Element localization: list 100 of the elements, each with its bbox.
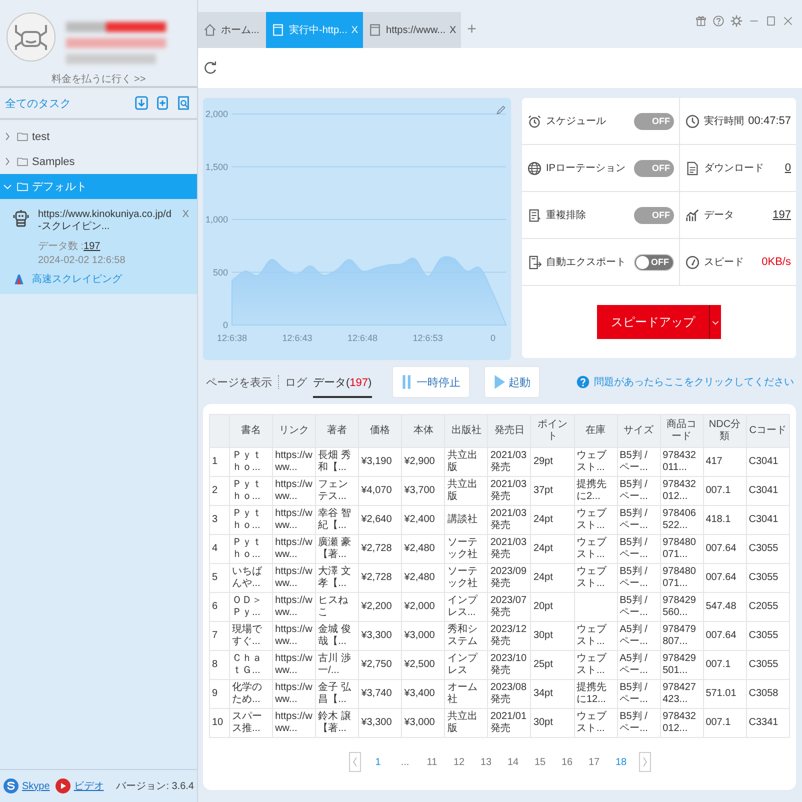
play-icon — [492, 374, 505, 390]
table-cell: ¥2,500 — [402, 650, 445, 680]
table-cell: ヒスねこ — [316, 592, 359, 622]
close-icon[interactable] — [782, 14, 794, 28]
chat-icon[interactable] — [3, 778, 19, 794]
tree-item[interactable]: Samples — [0, 149, 197, 174]
view-tab[interactable]: ページを表示 — [206, 366, 272, 398]
search-icon[interactable] — [176, 95, 191, 111]
tree-item[interactable]: デフォルト — [0, 174, 197, 199]
table-cell: ＯＤ＞Ｐｙ... — [230, 592, 273, 622]
table-cell: 978429501... — [660, 650, 704, 680]
new-tab-button[interactable]: + — [461, 21, 483, 39]
toggle-switch[interactable]: OFF — [634, 254, 674, 270]
folder-icon — [16, 180, 29, 193]
speed-mode-icon — [12, 272, 26, 286]
table-cell: 2021/03発売 — [488, 476, 531, 506]
footer-link[interactable]: ビデオ — [74, 779, 104, 793]
page-button[interactable]: 13 — [472, 756, 500, 768]
table-cell: ¥2,640 — [358, 506, 402, 534]
page-button[interactable]: 14 — [500, 756, 526, 768]
page-button[interactable]: 18 — [608, 756, 634, 768]
row-number: 5 — [210, 564, 230, 592]
gift-icon[interactable] — [695, 14, 707, 28]
pencil-icon[interactable] — [495, 104, 507, 116]
browser-tab[interactable]: https://www... X — [363, 12, 462, 48]
close-button[interactable]: X — [351, 24, 358, 36]
browser-tab[interactable]: ホーム... — [198, 12, 266, 48]
close-button[interactable]: X — [450, 24, 456, 36]
video-icon[interactable] — [54, 778, 71, 794]
table-cell: ¥3,700 — [402, 476, 445, 506]
page-button[interactable]: 15 — [526, 756, 554, 768]
table-cell: B5判 / ペー... — [617, 448, 660, 476]
table-cell: ソーテック社 — [444, 534, 488, 564]
column-header[interactable]: NDC分類 — [703, 414, 746, 448]
table-cell: 978427423... — [660, 680, 704, 708]
view-tab[interactable]: ログ — [285, 366, 307, 398]
task-date: 2024-02-02 12:6:58 — [38, 255, 126, 266]
speed-up-button[interactable]: スピードアップ — [597, 305, 721, 339]
page-button[interactable]: 11 — [418, 756, 446, 768]
footer-link[interactable]: Skype — [22, 780, 50, 792]
axis-label: 12:6:53 — [412, 333, 443, 343]
row-number: 3 — [210, 506, 230, 534]
table-cell: Ｐｙｔｈｏ... — [230, 448, 273, 476]
metric-value[interactable]: 0 — [784, 162, 791, 174]
help-icon[interactable] — [576, 375, 590, 389]
tree-item[interactable]: test — [0, 124, 197, 149]
start-button[interactable]: 起動 — [484, 366, 540, 398]
column-header[interactable]: ポイント — [530, 414, 574, 448]
table-cell: ¥3,000 — [402, 622, 445, 650]
column-header[interactable]: 価格 — [358, 414, 402, 448]
table-cell: ¥2,000 — [402, 592, 445, 622]
column-header[interactable]: 著者 — [316, 414, 359, 448]
help-icon[interactable] — [712, 14, 725, 28]
task-card[interactable]: https://www.kinokuniya.co.jp/d-スクレイピン... データ数 :197 2024-02-02 12:6:58 X 高速スクレイピング — [0, 199, 197, 294]
column-header[interactable]: 本体 — [402, 414, 445, 448]
download-icon[interactable] — [134, 95, 149, 111]
page-button[interactable]: 17 — [580, 756, 608, 768]
table-cell: ¥2,400 — [402, 506, 445, 534]
table-cell: 30pt — [530, 708, 574, 738]
page-button[interactable]: 16 — [554, 756, 580, 768]
column-header[interactable]: リンク — [272, 414, 316, 448]
table-cell: ソーテック社 — [444, 564, 488, 592]
avatar-icon[interactable] — [6, 12, 56, 62]
clock-icon — [685, 114, 700, 128]
help-link[interactable]: 問題があったらここをクリックしてください — [594, 375, 794, 389]
metric-label: 実行時間 — [704, 114, 744, 128]
speed-mode-link[interactable]: 高速スクレイピング — [32, 272, 122, 286]
table-cell: https://www... — [272, 564, 316, 592]
next-page-button[interactable] — [638, 752, 650, 772]
column-header[interactable]: Cコード — [746, 414, 790, 448]
column-header[interactable]: サイズ — [617, 414, 660, 448]
column-header[interactable]: 書名 — [230, 414, 273, 448]
metric-value[interactable]: 197 — [772, 209, 791, 221]
pause-button[interactable]: 一時停止 — [392, 366, 470, 398]
table-cell: ウェブスト... — [574, 506, 618, 534]
add-icon[interactable] — [155, 95, 170, 111]
browser-tab[interactable]: 実行中-http... X — [266, 12, 364, 48]
column-header[interactable]: 在庫 — [574, 414, 618, 448]
table-cell: 007.1 — [703, 708, 746, 738]
settings-icon[interactable] — [730, 14, 743, 28]
table-cell: 2021/03発売 — [488, 506, 531, 534]
table-cell: 秀和システム — [444, 622, 488, 650]
page-button[interactable]: 12 — [446, 756, 472, 768]
table-cell: ¥3,740 — [358, 680, 402, 708]
page-button[interactable]: 1 — [364, 756, 392, 768]
table-cell: https://www... — [272, 622, 316, 650]
column-header[interactable]: 発売日 — [488, 414, 531, 448]
column-header[interactable]: 出版社 — [444, 414, 488, 448]
view-tab[interactable]: データ(197) — [313, 366, 372, 398]
previous-page-button[interactable] — [348, 752, 360, 772]
folder-icon — [16, 155, 29, 168]
column-header[interactable]: 商品コード — [660, 414, 704, 448]
table-cell: 2023/12発売 — [488, 622, 531, 650]
refresh-icon[interactable] — [204, 60, 218, 76]
table-cell: ¥4,070 — [358, 476, 402, 506]
data-count-link[interactable]: 197 — [84, 241, 100, 252]
pay-link[interactable]: 料金を払うに行く >> — [51, 72, 146, 86]
maximize-icon[interactable] — [765, 14, 777, 28]
close-button[interactable]: X — [182, 209, 189, 220]
gauge-icon — [685, 254, 700, 270]
